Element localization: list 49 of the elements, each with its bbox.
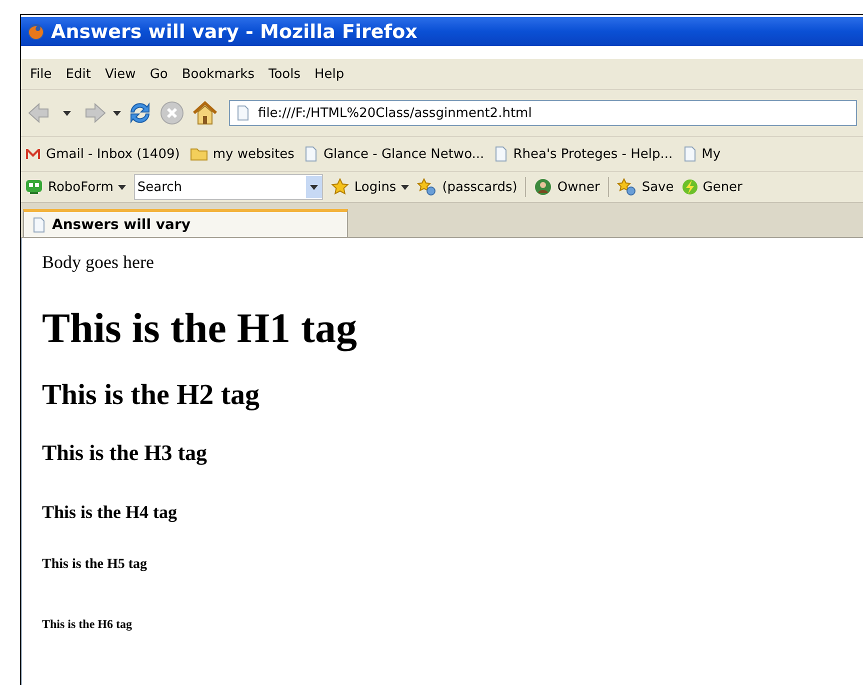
page-icon bbox=[32, 216, 46, 232]
page-icon bbox=[236, 105, 250, 121]
toolbar-button[interactable]: (passcards) bbox=[417, 178, 518, 196]
toolbar-button[interactable]: Owner bbox=[534, 178, 600, 196]
bookmark-item[interactable]: My bbox=[682, 146, 721, 162]
menu-item[interactable]: Tools bbox=[263, 64, 306, 84]
tab[interactable]: Answers will vary bbox=[23, 209, 348, 237]
menu-item[interactable]: Help bbox=[310, 64, 350, 84]
person-icon bbox=[534, 178, 552, 196]
lightning-icon bbox=[682, 178, 698, 196]
back-menu-icon[interactable] bbox=[63, 110, 71, 116]
heading: This is the H1 tag bbox=[42, 305, 358, 353]
roboform-icon bbox=[25, 179, 43, 195]
folder-icon bbox=[190, 147, 208, 161]
window-title: Answers will vary - Mozilla Firefox bbox=[51, 20, 418, 42]
caret-icon bbox=[118, 184, 126, 190]
menu-item[interactable]: View bbox=[100, 64, 141, 84]
caret-icon bbox=[401, 184, 410, 190]
menu-item[interactable]: Go bbox=[144, 64, 173, 84]
body-text: Body goes here bbox=[42, 252, 155, 273]
bookmark-item[interactable]: Glance - Glance Netwo... bbox=[304, 146, 484, 162]
bookmark-item[interactable]: my websites bbox=[190, 146, 294, 162]
firefox-icon bbox=[27, 22, 45, 40]
heading: This is the H5 tag bbox=[42, 557, 148, 573]
star-icon bbox=[331, 178, 350, 196]
toolbar-button[interactable]: RoboForm bbox=[25, 179, 126, 195]
bookmark-item[interactable]: Gmail - Inbox (1409) bbox=[25, 146, 180, 162]
heading: This is the H6 tag bbox=[42, 617, 134, 632]
page-icon bbox=[682, 146, 697, 162]
dropdown-icon bbox=[310, 184, 318, 190]
mail-icon bbox=[25, 148, 41, 160]
heading: This is the H2 tag bbox=[42, 379, 261, 412]
address-field[interactable]: file:///F:/HTML%20Class/assginment2.html bbox=[229, 100, 857, 126]
forward-menu-icon[interactable] bbox=[113, 110, 121, 116]
menu-item[interactable]: Edit bbox=[60, 64, 96, 84]
home-icon[interactable] bbox=[191, 100, 219, 126]
menu-item[interactable]: Bookmarks bbox=[176, 64, 260, 84]
toolbar-button[interactable]: Logins bbox=[331, 178, 410, 196]
page-icon bbox=[494, 146, 508, 162]
bookmark-item[interactable]: Rhea's Proteges - Help... bbox=[494, 146, 673, 162]
toolbar-button[interactable]: Save bbox=[616, 178, 674, 196]
stars-icon bbox=[417, 178, 438, 196]
search-field[interactable]: Search bbox=[134, 174, 324, 200]
stars-icon bbox=[616, 178, 637, 196]
heading: This is the H3 tag bbox=[42, 440, 208, 466]
toolbar-button[interactable]: Gener bbox=[682, 178, 742, 196]
page-icon bbox=[304, 146, 318, 162]
heading: This is the H4 tag bbox=[42, 502, 178, 523]
menu-item[interactable]: File bbox=[25, 64, 57, 84]
